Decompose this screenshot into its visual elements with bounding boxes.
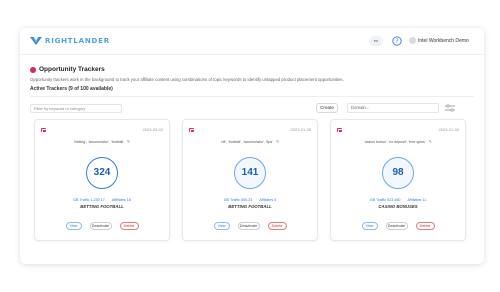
svg-text:?: ? [395,38,398,45]
tracker-card[interactable]: 2023-03-02 'betting', 'accumulator', 'fo… [34,119,170,241]
domain-input[interactable]: Domain... [347,103,439,113]
opportunity-count: 324 [86,157,118,189]
delete-button[interactable]: Delete [267,222,287,230]
tracker-card[interactable]: 2023-01-30 'nfl', 'football', 'accumulat… [182,119,318,241]
deactivate-button[interactable]: Deactivate [237,222,260,230]
tracker-label: CASINO BONUSES [378,204,418,209]
card-date: 2023-03-02 [142,127,163,132]
card-date: 2023-01-30 [290,127,311,132]
divider [30,96,474,97]
page-description: Opportunity trackers work in the backgro… [30,77,344,82]
traffic-stat: GB Traffic 523.480 [369,198,401,202]
username[interactable]: Intel Workbench Demo [418,38,469,44]
edit-pencil-icon[interactable]: ✎ [276,139,279,144]
language-selector[interactable]: en [369,36,383,46]
card-actions: View Deactivate Delete [35,222,169,230]
uk-flag-icon [189,128,195,133]
page-header: Opportunity Trackers [30,66,474,73]
delete-button[interactable]: Delete [415,222,435,230]
logo-text: RIGHTLANDER [45,37,110,45]
deactivate-button[interactable]: Deactivate [385,222,408,230]
tracker-icon [30,66,36,73]
main-content: Opportunity Trackers Opportunity tracker… [30,66,474,241]
card-actions: View Deactivate Delete [331,222,465,230]
keywords-text: 'betting', 'accumulator', 'football' [73,140,124,144]
tracker-card[interactable]: 2023-01-30 'casino bonus', 'no deposit',… [330,119,466,241]
card-actions: View Deactivate Delete [183,222,317,230]
card-date: 2023-01-30 [438,127,459,132]
help-icon[interactable]: ? [392,36,402,46]
traffic-stat: GB Traffic 600.23 [223,198,253,202]
keywords-text: 'nfl', 'football', 'accumulator', 'tips' [220,140,273,144]
affiliates-stat: Affiliates 11 [407,198,427,202]
tracker-label: BETTING FOOTBALL [228,204,272,209]
opportunity-count: 141 [234,157,266,189]
filter-settings-icon[interactable] [444,104,456,112]
view-button[interactable]: View [213,222,230,230]
delete-button[interactable]: Delete [119,222,139,230]
edit-pencil-icon[interactable]: ✎ [429,139,432,144]
view-button[interactable]: View [65,222,82,230]
keywords-row: 'casino bonus', 'no deposit', 'free spin… [331,139,465,144]
stats-row: GB Traffic 523.480 Affiliates 11 [331,198,465,202]
app-window: RIGHTLANDER en ? Intel Workbench Demo Op… [20,28,484,264]
tracker-label: BETTING FOOTBALL [80,204,124,209]
opportunity-count: 98 [382,157,414,189]
uk-flag-icon [337,128,343,133]
keywords-row: 'nfl', 'football', 'accumulator', 'tips'… [183,139,317,144]
avatar[interactable] [409,37,416,44]
active-trackers-heading: Active Trackers (9 of 100 available) [30,86,113,92]
deactivate-button[interactable]: Deactivate [89,222,112,230]
search-input[interactable]: Filter by keyword or category [30,104,122,113]
stats-row: GB Traffic 1,230.17 Affiliates 18 [35,198,169,202]
create-button[interactable]: Create [316,103,338,113]
keywords-row: 'betting', 'accumulator', 'football' ✎ [35,139,169,144]
affiliates-stat: Affiliates 18 [111,198,131,202]
top-navbar: RIGHTLANDER en ? Intel Workbench Demo [20,28,484,55]
logo-icon [30,37,42,45]
uk-flag-icon [41,128,47,133]
page-title: Opportunity Trackers [39,66,105,73]
keywords-text: 'casino bonus', 'no deposit', 'free spin… [364,140,426,144]
logo[interactable]: RIGHTLANDER [30,36,110,46]
view-button[interactable]: View [361,222,378,230]
stats-row: GB Traffic 600.23 Affiliates 5 [183,198,317,202]
affiliates-stat: Affiliates 5 [259,198,277,202]
traffic-stat: GB Traffic 1,230.17 [73,198,105,202]
edit-pencil-icon[interactable]: ✎ [127,139,130,144]
